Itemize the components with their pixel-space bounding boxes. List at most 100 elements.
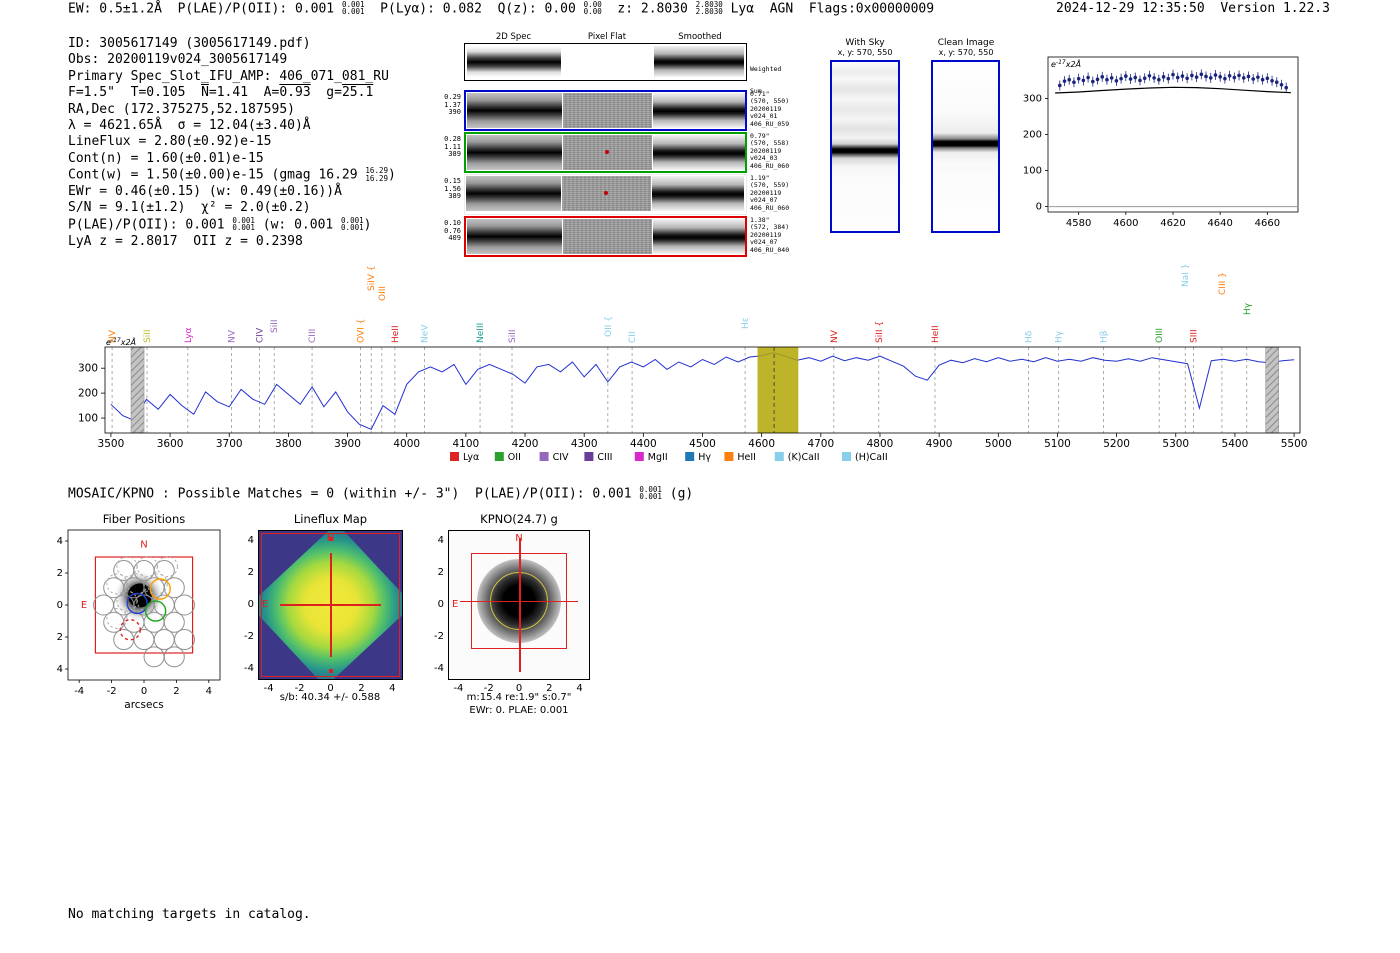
svg-text:3800: 3800 <box>275 438 302 450</box>
axis-tick-label: 0 <box>437 599 444 610</box>
svg-text:100: 100 <box>78 413 98 425</box>
with-sky-title: With Sky <box>845 38 885 48</box>
cutout-row-meta: 1.19" (570, 559) 20200119 v024_07 406_RU_060 <box>750 174 790 212</box>
kpno-image: N E <box>448 530 590 680</box>
spectrum-line <box>110 352 1295 430</box>
east-label: E <box>262 599 269 611</box>
svg-text:3600: 3600 <box>157 438 184 450</box>
svg-text:2: 2 <box>57 568 63 579</box>
emission-line-label: Hδ <box>1025 330 1035 343</box>
svg-text:0: 0 <box>57 600 63 611</box>
cutout-row <box>464 174 747 215</box>
svg-text:N: N <box>140 539 147 550</box>
clean-image-coords: x, y: 570, 550 <box>938 48 994 57</box>
legend-label: CIII <box>597 452 612 463</box>
emission-line-label: SiII <box>270 319 280 333</box>
svg-text:4100: 4100 <box>452 438 479 450</box>
east-label: E <box>452 599 459 611</box>
cutout-pixel-flat-image <box>562 176 651 211</box>
axis-tick-label: -2 <box>434 630 444 642</box>
info-line: λ = 4621.65Å σ = 12.04(±3.40)Å <box>68 118 311 134</box>
axis-tick-label: 4 <box>437 535 444 547</box>
cutout-row <box>464 90 747 131</box>
cutout-smoothed-image <box>652 176 744 211</box>
svg-text:5300: 5300 <box>1162 438 1189 450</box>
axis-tick-label: -2 <box>294 683 305 694</box>
svg-text:arcsecs: arcsecs <box>124 699 163 711</box>
weighted-2d-spec-image <box>467 46 561 77</box>
column-header-smoothed: Smoothed <box>678 32 722 42</box>
cutout-smoothed-image <box>653 93 745 128</box>
lineflux-bottom-marker <box>328 669 333 673</box>
cutout-2d-spec-image <box>467 135 562 170</box>
svg-text:5200: 5200 <box>1103 438 1130 450</box>
kpno-caption-2: EWr: 0. PLAE: 0.001 <box>469 705 569 716</box>
weighted-sum-row <box>464 43 747 81</box>
svg-text:3900: 3900 <box>334 438 361 450</box>
fiber-positions-plot: N E -4 -4 -2 -2 0 0 2 2 4 4 arcsecs <box>56 529 221 711</box>
pixel-flat-marker <box>605 150 609 154</box>
axis-tick-label: -4 <box>434 662 444 674</box>
legend-label: CIV <box>553 452 569 463</box>
svg-text:3700: 3700 <box>216 438 243 450</box>
legend-label: Lyα <box>463 452 479 463</box>
masked-band <box>1265 346 1279 434</box>
header-summary: EW: 0.5±1.2Å P(LAE)/P(OII): 0.001 0.001 0… <box>68 0 935 17</box>
svg-text:-2: -2 <box>107 686 117 697</box>
emission-line-label: Hβ <box>1100 330 1110 343</box>
clean-image <box>931 60 1000 233</box>
emission-line-label: CIII } <box>1218 272 1228 295</box>
lineflux-crosshair-h <box>280 604 381 606</box>
svg-text:5400: 5400 <box>1222 438 1249 450</box>
emission-line-label: Lyα <box>184 327 194 343</box>
emission-line-label: SIII <box>1190 329 1200 343</box>
cutout-row-meta: 0.79" (570, 558) 20200119 v024_03 406_RU_060 <box>750 132 790 170</box>
svg-text:e-17x2Å: e-17x2Å <box>1051 58 1081 69</box>
svg-text:5500: 5500 <box>1281 438 1308 450</box>
svg-text:4900: 4900 <box>926 438 953 450</box>
svg-text:4660: 4660 <box>1255 218 1280 229</box>
svg-text:0: 0 <box>1036 202 1042 213</box>
emission-line-label: OII { <box>604 316 614 337</box>
axis-tick-label: -2 <box>483 683 494 694</box>
svg-text:4600: 4600 <box>748 438 775 450</box>
svg-text:2: 2 <box>173 686 179 697</box>
legend-label: OII <box>508 452 521 463</box>
cutout-row-weights: 0.29 1.37 390 <box>444 93 461 117</box>
axis-tick-label: 2 <box>437 567 444 579</box>
svg-text:-4: -4 <box>56 664 63 675</box>
axis-tick-label: 0 <box>327 683 334 694</box>
legend-label: Hγ <box>698 452 711 463</box>
svg-text:300: 300 <box>1023 93 1042 104</box>
clean-image-title: Clean Image <box>937 38 995 48</box>
emission-line-label: Hγ <box>1243 302 1253 315</box>
emission-line-label: SiII { <box>875 321 885 343</box>
svg-text:4000: 4000 <box>393 438 420 450</box>
svg-text:E: E <box>81 600 87 611</box>
weighted-smoothed-image <box>654 46 744 77</box>
axis-tick-label: 4 <box>247 535 254 547</box>
axis-tick-label: 4 <box>389 683 396 694</box>
emission-line-label: NV <box>830 329 840 343</box>
with-sky-image <box>830 60 900 233</box>
svg-text:200: 200 <box>1023 130 1042 141</box>
axis-tick-label: 4 <box>576 683 583 694</box>
axis-tick-label: -2 <box>244 630 254 642</box>
north-label: N <box>326 533 335 544</box>
svg-text:0: 0 <box>141 686 147 697</box>
svg-text:4620: 4620 <box>1160 218 1185 229</box>
cutout-row-meta: 0.71" (570, 550) 20200119 v024_01 406_RU_059 <box>750 90 790 128</box>
axis-tick-label: 0 <box>247 599 254 610</box>
emission-line-label: OVI { <box>357 319 367 343</box>
emission-line-label: OIII <box>1155 328 1165 343</box>
cutout-2d-spec-image <box>466 176 561 211</box>
emission-line-label: Hγ <box>1055 330 1065 343</box>
axis-tick-label: -4 <box>453 683 464 694</box>
emission-line-label: NV <box>228 329 238 343</box>
svg-text:5000: 5000 <box>985 438 1012 450</box>
emission-line-label: HeII <box>391 325 401 343</box>
legend-label: (K)CaII <box>788 452 820 463</box>
legend-label: MgII <box>648 452 668 463</box>
svg-text:4500: 4500 <box>689 438 716 450</box>
info-line: Primary Spec_Slot_IFU_AMP: 406_071_081_R… <box>68 68 389 84</box>
